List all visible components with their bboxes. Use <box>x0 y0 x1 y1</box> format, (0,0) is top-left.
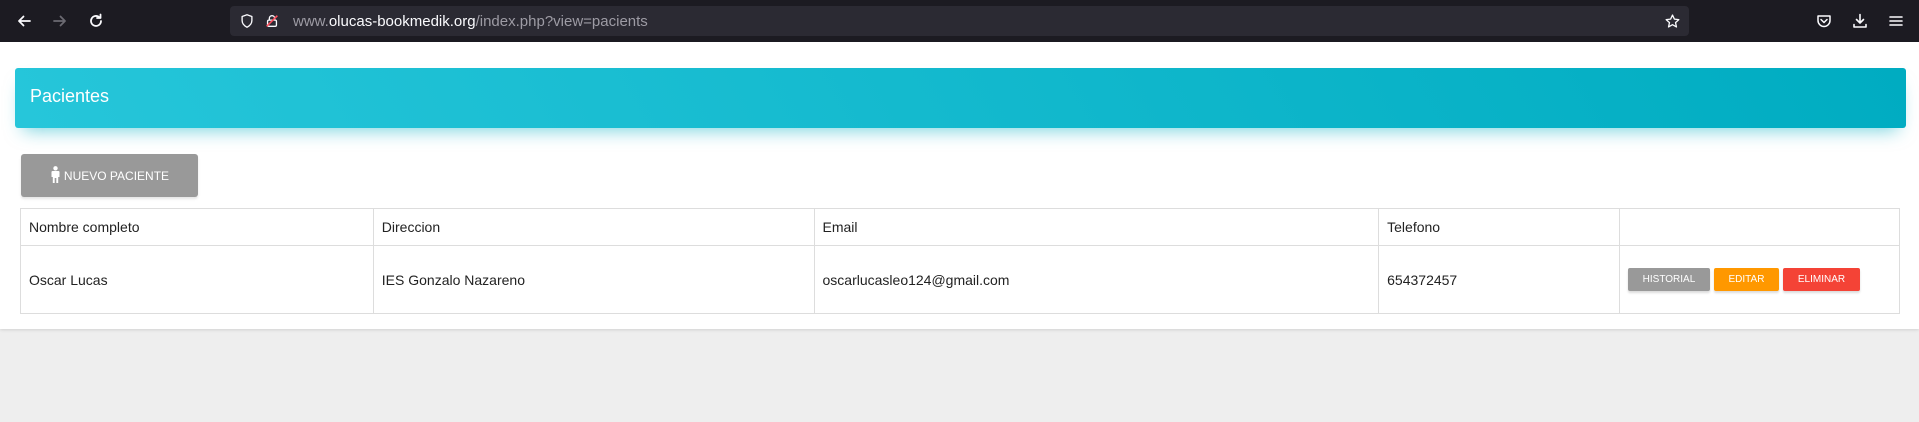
col-header-email: Email <box>813 208 1380 246</box>
table-header-row: Nombre completo Direccion Email Telefono <box>20 208 1901 246</box>
menu-icon[interactable] <box>1884 9 1908 33</box>
browser-toolbar: www.olucas-bookmedik.org/index.php?view=… <box>0 0 1919 42</box>
cell-phone: 654372457 <box>1378 245 1620 314</box>
col-header-name: Nombre completo <box>20 208 374 246</box>
new-patient-label: NUEVO PACIENTE <box>63 168 170 183</box>
cell-address: IES Gonzalo Nazareno <box>372 245 815 314</box>
url-bar[interactable]: www.olucas-bookmedik.org/index.php?view=… <box>230 6 1689 36</box>
cell-email: oscarlucasleo124@gmail.com <box>813 245 1380 314</box>
reload-icon[interactable] <box>84 9 108 33</box>
col-header-actions <box>1618 208 1901 246</box>
url-path: /index.php?view=pacients <box>475 13 648 30</box>
history-button[interactable]: HISTORIAL <box>1627 268 1710 291</box>
star-icon[interactable] <box>1663 12 1681 30</box>
pocket-icon[interactable] <box>1812 9 1836 33</box>
back-arrow-icon[interactable] <box>12 9 36 33</box>
url-prefix: www. <box>293 13 329 30</box>
patients-table: Nombre completo Direccion Email Telefono… <box>20 208 1901 314</box>
new-patient-button[interactable]: NUEVO PACIENTE <box>21 154 198 197</box>
table-row: Oscar Lucas IES Gonzalo Nazareno oscarlu… <box>20 245 1901 314</box>
delete-button[interactable]: ELIMINAR <box>1782 268 1860 291</box>
download-icon[interactable] <box>1848 9 1872 33</box>
page-title: Pacientes <box>30 86 110 106</box>
forward-arrow-icon[interactable] <box>48 9 72 33</box>
page-content: Pacientes NUEVO PACIENTE Nombre completo… <box>0 42 1919 422</box>
shield-icon[interactable] <box>238 12 256 30</box>
col-header-phone: Telefono <box>1378 208 1620 246</box>
cell-name: Oscar Lucas <box>20 245 374 314</box>
person-icon <box>50 165 61 186</box>
cell-actions: HISTORIAL EDITAR ELIMINAR <box>1618 245 1901 314</box>
url-host: olucas-bookmedik.org <box>328 13 476 30</box>
col-header-address: Direccion <box>372 208 815 246</box>
edit-button[interactable]: EDITAR <box>1713 268 1779 291</box>
patients-card: Pacientes NUEVO PACIENTE Nombre completo… <box>0 42 1919 329</box>
card-header: Pacientes <box>15 68 1906 128</box>
url-text[interactable]: www.olucas-bookmedik.org/index.php?view=… <box>293 13 648 30</box>
lock-icon[interactable] <box>263 12 281 30</box>
